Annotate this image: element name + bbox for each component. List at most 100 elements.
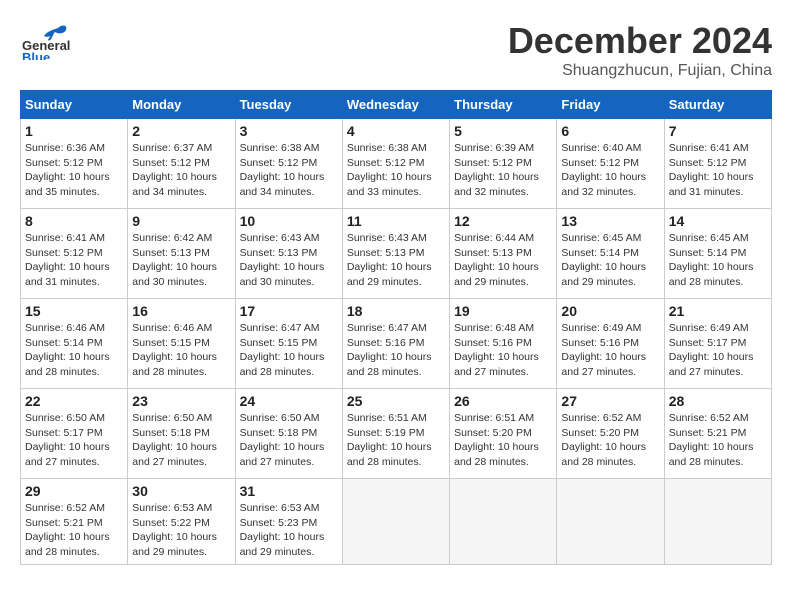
day-info: Sunrise: 6:53 AMSunset: 5:23 PMDaylight:… (240, 501, 338, 560)
day-number: 4 (347, 123, 445, 139)
day-number: 9 (132, 213, 230, 229)
day-number: 29 (25, 483, 123, 499)
day-number: 28 (669, 393, 767, 409)
logo: General Blue (20, 20, 70, 60)
calendar-week-row: 8 Sunrise: 6:41 AMSunset: 5:12 PMDayligh… (21, 209, 772, 299)
location: Shuangzhucun, Fujian, China (508, 62, 772, 80)
day-info: Sunrise: 6:42 AMSunset: 5:13 PMDaylight:… (132, 231, 230, 290)
day-number: 27 (561, 393, 659, 409)
calendar-week-row: 22 Sunrise: 6:50 AMSunset: 5:17 PMDaylig… (21, 389, 772, 479)
calendar-cell: 24 Sunrise: 6:50 AMSunset: 5:18 PMDaylig… (235, 389, 342, 479)
calendar-cell: 22 Sunrise: 6:50 AMSunset: 5:17 PMDaylig… (21, 389, 128, 479)
calendar-cell: 1 Sunrise: 6:36 AMSunset: 5:12 PMDayligh… (21, 119, 128, 209)
day-number: 31 (240, 483, 338, 499)
day-number: 30 (132, 483, 230, 499)
day-info: Sunrise: 6:45 AMSunset: 5:14 PMDaylight:… (669, 231, 767, 290)
calendar-week-row: 29 Sunrise: 6:52 AMSunset: 5:21 PMDaylig… (21, 479, 772, 565)
day-number: 19 (454, 303, 552, 319)
day-info: Sunrise: 6:48 AMSunset: 5:16 PMDaylight:… (454, 321, 552, 380)
day-number: 2 (132, 123, 230, 139)
page-header: General Blue December 2024 Shuangzhucun,… (20, 20, 772, 80)
calendar-cell: 20 Sunrise: 6:49 AMSunset: 5:16 PMDaylig… (557, 299, 664, 389)
calendar-cell: 28 Sunrise: 6:52 AMSunset: 5:21 PMDaylig… (664, 389, 771, 479)
calendar-table: SundayMondayTuesdayWednesdayThursdayFrid… (20, 90, 772, 565)
day-number: 18 (347, 303, 445, 319)
day-info: Sunrise: 6:47 AMSunset: 5:15 PMDaylight:… (240, 321, 338, 380)
calendar-cell: 31 Sunrise: 6:53 AMSunset: 5:23 PMDaylig… (235, 479, 342, 565)
calendar-day-header: Thursday (450, 91, 557, 119)
day-info: Sunrise: 6:50 AMSunset: 5:18 PMDaylight:… (240, 411, 338, 470)
calendar-cell: 15 Sunrise: 6:46 AMSunset: 5:14 PMDaylig… (21, 299, 128, 389)
title-section: December 2024 Shuangzhucun, Fujian, Chin… (508, 20, 772, 80)
day-info: Sunrise: 6:45 AMSunset: 5:14 PMDaylight:… (561, 231, 659, 290)
day-number: 20 (561, 303, 659, 319)
day-info: Sunrise: 6:50 AMSunset: 5:17 PMDaylight:… (25, 411, 123, 470)
calendar-cell: 12 Sunrise: 6:44 AMSunset: 5:13 PMDaylig… (450, 209, 557, 299)
day-info: Sunrise: 6:51 AMSunset: 5:20 PMDaylight:… (454, 411, 552, 470)
day-info: Sunrise: 6:51 AMSunset: 5:19 PMDaylight:… (347, 411, 445, 470)
calendar-cell: 19 Sunrise: 6:48 AMSunset: 5:16 PMDaylig… (450, 299, 557, 389)
calendar-day-header: Monday (128, 91, 235, 119)
calendar-cell (557, 479, 664, 565)
day-number: 5 (454, 123, 552, 139)
day-info: Sunrise: 6:38 AMSunset: 5:12 PMDaylight:… (347, 141, 445, 200)
calendar-cell: 11 Sunrise: 6:43 AMSunset: 5:13 PMDaylig… (342, 209, 449, 299)
calendar-cell (342, 479, 449, 565)
day-info: Sunrise: 6:46 AMSunset: 5:15 PMDaylight:… (132, 321, 230, 380)
calendar-cell: 14 Sunrise: 6:45 AMSunset: 5:14 PMDaylig… (664, 209, 771, 299)
day-number: 21 (669, 303, 767, 319)
day-info: Sunrise: 6:52 AMSunset: 5:20 PMDaylight:… (561, 411, 659, 470)
day-number: 6 (561, 123, 659, 139)
calendar-day-header: Sunday (21, 91, 128, 119)
day-number: 8 (25, 213, 123, 229)
svg-text:Blue: Blue (22, 50, 50, 60)
day-info: Sunrise: 6:46 AMSunset: 5:14 PMDaylight:… (25, 321, 123, 380)
day-info: Sunrise: 6:41 AMSunset: 5:12 PMDaylight:… (669, 141, 767, 200)
day-info: Sunrise: 6:39 AMSunset: 5:12 PMDaylight:… (454, 141, 552, 200)
calendar-cell: 8 Sunrise: 6:41 AMSunset: 5:12 PMDayligh… (21, 209, 128, 299)
day-number: 11 (347, 213, 445, 229)
calendar-cell: 26 Sunrise: 6:51 AMSunset: 5:20 PMDaylig… (450, 389, 557, 479)
day-number: 15 (25, 303, 123, 319)
day-number: 7 (669, 123, 767, 139)
day-number: 14 (669, 213, 767, 229)
day-number: 16 (132, 303, 230, 319)
calendar-cell: 30 Sunrise: 6:53 AMSunset: 5:22 PMDaylig… (128, 479, 235, 565)
calendar-cell: 27 Sunrise: 6:52 AMSunset: 5:20 PMDaylig… (557, 389, 664, 479)
day-info: Sunrise: 6:49 AMSunset: 5:16 PMDaylight:… (561, 321, 659, 380)
day-number: 17 (240, 303, 338, 319)
calendar-week-row: 15 Sunrise: 6:46 AMSunset: 5:14 PMDaylig… (21, 299, 772, 389)
day-info: Sunrise: 6:40 AMSunset: 5:12 PMDaylight:… (561, 141, 659, 200)
day-info: Sunrise: 6:52 AMSunset: 5:21 PMDaylight:… (25, 501, 123, 560)
calendar-day-header: Friday (557, 91, 664, 119)
calendar-cell: 21 Sunrise: 6:49 AMSunset: 5:17 PMDaylig… (664, 299, 771, 389)
calendar-cell: 17 Sunrise: 6:47 AMSunset: 5:15 PMDaylig… (235, 299, 342, 389)
calendar-cell: 3 Sunrise: 6:38 AMSunset: 5:12 PMDayligh… (235, 119, 342, 209)
calendar-cell: 2 Sunrise: 6:37 AMSunset: 5:12 PMDayligh… (128, 119, 235, 209)
calendar-cell: 29 Sunrise: 6:52 AMSunset: 5:21 PMDaylig… (21, 479, 128, 565)
calendar-day-header: Tuesday (235, 91, 342, 119)
calendar-cell: 5 Sunrise: 6:39 AMSunset: 5:12 PMDayligh… (450, 119, 557, 209)
day-info: Sunrise: 6:41 AMSunset: 5:12 PMDaylight:… (25, 231, 123, 290)
calendar-day-header: Saturday (664, 91, 771, 119)
day-number: 24 (240, 393, 338, 409)
calendar-cell: 6 Sunrise: 6:40 AMSunset: 5:12 PMDayligh… (557, 119, 664, 209)
day-info: Sunrise: 6:43 AMSunset: 5:13 PMDaylight:… (240, 231, 338, 290)
calendar-cell (664, 479, 771, 565)
day-info: Sunrise: 6:38 AMSunset: 5:12 PMDaylight:… (240, 141, 338, 200)
calendar-cell (450, 479, 557, 565)
day-info: Sunrise: 6:37 AMSunset: 5:12 PMDaylight:… (132, 141, 230, 200)
day-number: 10 (240, 213, 338, 229)
day-number: 26 (454, 393, 552, 409)
calendar-cell: 4 Sunrise: 6:38 AMSunset: 5:12 PMDayligh… (342, 119, 449, 209)
day-number: 12 (454, 213, 552, 229)
calendar-cell: 23 Sunrise: 6:50 AMSunset: 5:18 PMDaylig… (128, 389, 235, 479)
day-number: 23 (132, 393, 230, 409)
calendar-cell: 13 Sunrise: 6:45 AMSunset: 5:14 PMDaylig… (557, 209, 664, 299)
calendar-cell: 9 Sunrise: 6:42 AMSunset: 5:13 PMDayligh… (128, 209, 235, 299)
calendar-day-header: Wednesday (342, 91, 449, 119)
day-number: 13 (561, 213, 659, 229)
month-title: December 2024 (508, 20, 772, 62)
logo-image: General Blue (20, 20, 70, 60)
day-info: Sunrise: 6:36 AMSunset: 5:12 PMDaylight:… (25, 141, 123, 200)
